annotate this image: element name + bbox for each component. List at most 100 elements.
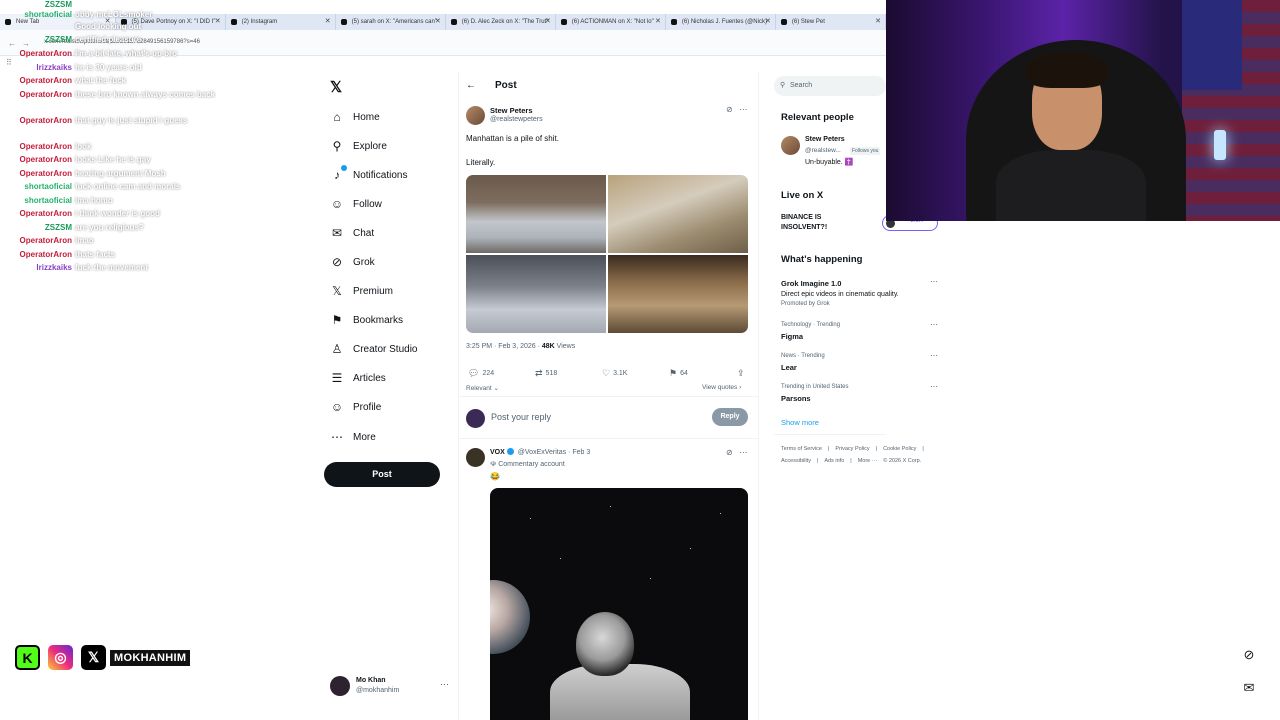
grok-icon[interactable]: ⊘ xyxy=(726,105,733,114)
chat-message: Irizzkaiks fuck the movement xyxy=(0,263,147,272)
post-image[interactable] xyxy=(466,175,606,253)
avatar[interactable] xyxy=(781,136,800,155)
footer-link[interactable]: © 2026 X Corp. xyxy=(883,458,921,464)
close-tab-icon[interactable]: ✕ xyxy=(215,14,221,30)
nav-item-creator-studio[interactable]: ♙ Creator Studio xyxy=(330,339,418,359)
reply-video[interactable] xyxy=(490,488,748,720)
close-tab-icon[interactable]: ✕ xyxy=(435,14,441,30)
trend-title[interactable]: Figma xyxy=(781,332,803,341)
icon-glyph: 𝕏 xyxy=(332,284,342,298)
trend-title[interactable]: Grok Imagine 1.0 xyxy=(781,279,841,288)
reply-author[interactable]: VOX @VoxExVeritas · Feb 3 xyxy=(490,448,590,456)
chat-message: shortaoficial fuck online cam and morals xyxy=(0,182,180,191)
search-icon: ⚲ xyxy=(330,139,344,153)
chat-username: Irizzkaiks xyxy=(36,63,72,72)
reply-input[interactable]: Post your reply xyxy=(491,412,551,422)
view-quotes-link[interactable]: View quotes › xyxy=(702,384,741,391)
like-action[interactable]: ♡ 3.1K xyxy=(602,368,627,379)
tab-title: (2) Instagram xyxy=(241,19,278,25)
account-switcher[interactable]: Mo Khan @mokhanhim ⋯ xyxy=(330,675,450,699)
reply-action[interactable]: 💬︎ 224 xyxy=(468,368,494,379)
share-action[interactable]: ⇪ xyxy=(737,368,748,379)
nav-label: Explore xyxy=(353,140,387,152)
browser-tab[interactable]: (6) Stew Pet ✕ xyxy=(776,14,886,30)
footer-link[interactable]: Terms of Service xyxy=(781,446,822,452)
favicon-icon xyxy=(340,19,347,25)
back-arrow-icon[interactable]: ← xyxy=(466,80,476,91)
grok-icon[interactable]: ⊘ xyxy=(726,448,733,457)
live-heading: Live on X xyxy=(781,190,824,201)
more-dots-icon[interactable]: ⋯ xyxy=(930,351,938,360)
close-tab-icon[interactable]: ✕ xyxy=(765,14,771,30)
nav-item-grok[interactable]: ⊘ Grok xyxy=(330,252,375,272)
person-name[interactable]: Stew Peters xyxy=(805,136,845,143)
more-dots-icon[interactable]: ⋯ xyxy=(739,448,747,457)
footer-link[interactable]: Accessibility xyxy=(781,458,811,464)
more-dots-icon[interactable]: ⋯ xyxy=(930,320,938,329)
grok-icon[interactable]: ⊘ xyxy=(1238,644,1260,666)
bookmark-action[interactable]: ⚑ 64 xyxy=(669,368,688,379)
nav-item-chat[interactable]: ✉ Chat xyxy=(330,223,374,243)
browser-tab[interactable]: (6) D. Alec Zeck on X: "The Trut" ✕ xyxy=(446,14,556,30)
trend-category: Trending in United States xyxy=(781,384,849,390)
post-button[interactable]: Post xyxy=(324,462,440,487)
nav-label: Home xyxy=(353,111,380,123)
nav-item-explore[interactable]: ⚲ Explore xyxy=(330,136,387,156)
post-time[interactable]: 3:25 PM · Feb 3, 2026 · xyxy=(466,343,542,350)
nav-item-home[interactable]: ⌂ Home xyxy=(330,107,380,127)
post-image[interactable] xyxy=(608,255,748,333)
browser-tab[interactable]: (6) Nicholas J. Fuentes (@Nick) ✕ xyxy=(666,14,776,30)
nav-item-premium[interactable]: 𝕏 Premium xyxy=(330,281,393,301)
author-handle[interactable]: @realstewpeters xyxy=(490,116,543,123)
trend-title[interactable]: Parsons xyxy=(781,394,811,403)
close-tab-icon[interactable]: ✕ xyxy=(875,14,881,30)
chat-text: I'm a bit late, what's up bro xyxy=(75,49,178,58)
chat-message: OperatorAron these bro known always comes… xyxy=(0,90,216,99)
person-add-icon: ☺ xyxy=(330,197,344,211)
nav-item-bookmarks[interactable]: ⚑ Bookmarks xyxy=(330,310,403,330)
footer-link[interactable]: Ads info xyxy=(824,458,844,464)
webcam-feed xyxy=(886,0,1280,221)
browser-tab[interactable]: (5) sarah on X: "Americans can" ✕ xyxy=(336,14,446,30)
nav-item-more[interactable]: ⋯ More xyxy=(330,427,376,447)
footer-link[interactable]: More ··· xyxy=(858,458,878,464)
tab-title: (6) D. Alec Zeck on X: "The Trut" xyxy=(461,19,549,25)
close-tab-icon[interactable]: ✕ xyxy=(655,14,661,30)
chat-text: hearing argument Mosh xyxy=(75,169,166,178)
avatar[interactable] xyxy=(466,448,485,467)
repost-action[interactable]: ⇄ 518 xyxy=(535,368,557,379)
footer-link[interactable]: Privacy Policy xyxy=(835,446,869,452)
browser-tab[interactable]: (6) ACTIONMAN on X: "Not lo" ✕ xyxy=(556,14,666,30)
search-input[interactable]: ⚲ Search xyxy=(774,76,886,96)
nav-item-notifications[interactable]: ♪ Notifications xyxy=(330,165,407,185)
chat-message: Good looking out xyxy=(0,22,141,31)
trend-title[interactable]: Lear xyxy=(781,363,797,372)
post-image[interactable] xyxy=(608,175,748,253)
browser-tab[interactable]: (2) Instagram ✕ xyxy=(226,14,336,30)
post-image[interactable] xyxy=(466,255,606,333)
more-dots-icon[interactable]: ⋯ xyxy=(930,382,938,391)
messages-icon[interactable]: ✉ xyxy=(1238,677,1260,699)
close-tab-icon[interactable]: ✕ xyxy=(545,14,551,30)
repost-icon: ⇄ xyxy=(535,368,543,378)
nav-label: Creator Studio xyxy=(353,343,418,355)
x-logo-icon[interactable]: 𝕏 xyxy=(330,78,342,96)
more-dots-icon[interactable]: ⋯ xyxy=(739,105,747,114)
show-more-link[interactable]: Show more xyxy=(781,418,819,427)
avatar[interactable] xyxy=(466,106,485,125)
live-item-title[interactable]: BINANCE IS INSOLVENT?! xyxy=(781,213,851,233)
nav-item-articles[interactable]: ☰ Articles xyxy=(330,368,386,388)
divider xyxy=(774,434,886,435)
more-dots-icon[interactable]: ⋯ xyxy=(440,679,449,690)
more-icon: ⋯ xyxy=(330,430,344,444)
promoted-label: Promoted by Grok xyxy=(781,301,830,307)
nav-item-follow[interactable]: ☺ Follow xyxy=(330,194,382,214)
nav-item-profile[interactable]: ☺ Profile xyxy=(330,397,382,417)
chat-username: OperatorAron xyxy=(19,169,72,178)
close-tab-icon[interactable]: ✕ xyxy=(325,14,331,30)
author-name[interactable]: Stew Peters xyxy=(490,106,533,115)
reply-button[interactable]: Reply xyxy=(712,408,748,426)
more-dots-icon[interactable]: ⋯ xyxy=(930,277,938,286)
footer-link[interactable]: Cookie Policy xyxy=(883,446,916,452)
sort-dropdown[interactable]: Relevant ⌄ xyxy=(466,384,499,392)
